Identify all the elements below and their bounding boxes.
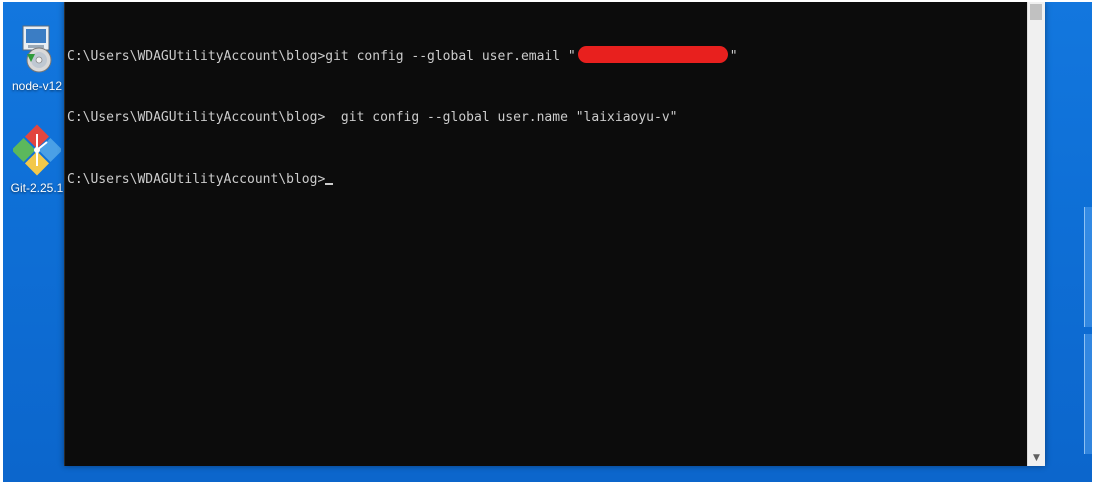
terminal-command: git config --global user.email " — [325, 49, 576, 64]
installer-disc-icon — [5, 24, 69, 77]
desktop-icon-label: node-v12 — [11, 79, 63, 93]
terminal-output: C:\Users\WDAGUtilityAccount\blog>git con… — [67, 16, 1025, 232]
desktop-icon-label: Git-2.25.1 — [10, 181, 64, 195]
terminal-prompt: C:\Users\WDAGUtilityAccount\blog> — [67, 110, 326, 125]
text-cursor — [325, 183, 334, 185]
desktop-icon-git[interactable]: Git-2.25.1 — [5, 124, 69, 195]
screen: node-v12 Git-2.25.1 C:\Users\WDAGUtility… — [0, 0, 1095, 485]
git-diamond-icon — [5, 124, 69, 179]
desktop-background: node-v12 Git-2.25.1 C:\Users\WDAGUtility… — [3, 2, 1092, 482]
terminal-command-end: " — [729, 49, 738, 64]
redaction-mark — [577, 46, 728, 63]
terminal-command: git config --global user.name "laixiaoyu… — [325, 110, 678, 125]
terminal-window[interactable]: C:\Users\WDAGUtilityAccount\blog>git con… — [64, 2, 1045, 466]
vertical-scrollbar[interactable]: ▲ ▼ — [1027, 2, 1045, 466]
terminal-prompt: C:\Users\WDAGUtilityAccount\blog> — [67, 49, 326, 64]
scroll-down-icon[interactable]: ▼ — [1028, 449, 1045, 466]
window-pane-decoration — [1084, 207, 1092, 327]
terminal-line[interactable]: C:\Users\WDAGUtilityAccount\blog> — [67, 170, 1025, 202]
terminal-line: C:\Users\WDAGUtilityAccount\blog> git co… — [67, 108, 1025, 140]
terminal-prompt: C:\Users\WDAGUtilityAccount\blog> — [67, 172, 326, 187]
scroll-thumb[interactable] — [1030, 4, 1042, 20]
desktop-icon-node[interactable]: node-v12 — [5, 24, 69, 93]
terminal-line: C:\Users\WDAGUtilityAccount\blog>git con… — [67, 46, 1025, 78]
window-pane-decoration — [1084, 334, 1092, 454]
